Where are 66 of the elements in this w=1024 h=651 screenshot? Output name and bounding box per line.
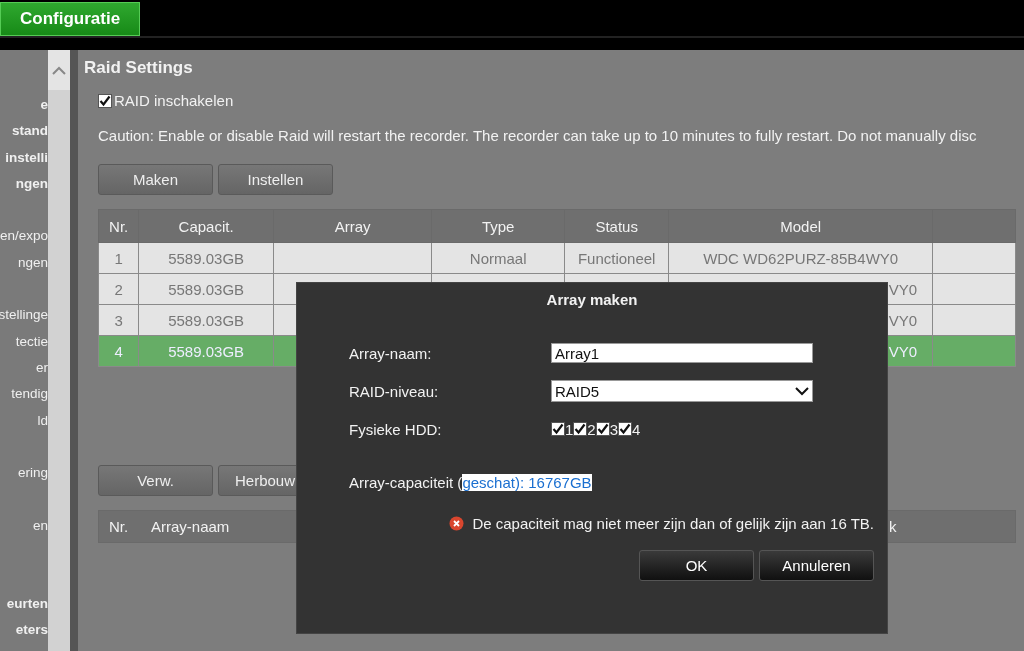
column-header: Array-naam xyxy=(151,518,230,535)
column-header: Type xyxy=(431,209,565,243)
table-cell: VY0 xyxy=(888,311,918,329)
menu-item[interactable]: en/expo xyxy=(0,223,48,250)
disk-checkbox[interactable] xyxy=(595,422,610,436)
column-header: Array xyxy=(273,209,432,243)
toolbar-button[interactable]: Maken xyxy=(98,164,213,195)
column-header: Nr. xyxy=(98,209,139,243)
table-cell: 1 xyxy=(114,249,123,267)
menu-item[interactable]: eters xyxy=(15,617,48,644)
table-cell: VY0 xyxy=(888,280,918,298)
checkbox-label: RAID inschakelen xyxy=(114,92,234,109)
menu-item[interactable]: ld xyxy=(37,407,48,434)
field-label: RAID-niveau: xyxy=(349,382,440,400)
column-header: k xyxy=(889,518,897,535)
column-header: Model xyxy=(668,209,933,243)
disk-checkbox[interactable] xyxy=(551,422,565,436)
column-header: Nr. xyxy=(109,518,129,535)
caution-text: Caution: Enable or disable Raid will restart the recorder. The recorder can take up to 10 minutes to fully restart. Do not manually disc xyxy=(98,127,977,144)
toolbar-button[interactable]: Instellen xyxy=(218,164,333,195)
field-label: Fysieke HDD: xyxy=(349,420,443,438)
table-cell: Normaal xyxy=(469,249,527,267)
menu-item[interactable]: ering xyxy=(17,460,48,487)
disk-checkbox[interactable] xyxy=(618,422,633,436)
disk-checkbox[interactable] xyxy=(573,422,588,436)
field-label: Array-naam: xyxy=(349,344,433,362)
menu-item[interactable]: tectie xyxy=(15,328,48,355)
menu-item[interactable]: ngen xyxy=(15,170,48,198)
menu-item[interactable]: er xyxy=(36,354,48,382)
table-cell: 5589.03GB xyxy=(168,311,245,329)
raid-level-select[interactable]: RAID5 xyxy=(551,380,813,402)
table-cell: 5589.03GB xyxy=(168,342,245,360)
checkbox-label: 3 xyxy=(609,420,619,438)
checkbox-label: 2 xyxy=(587,420,596,438)
toolbar-button[interactable]: Verw. xyxy=(98,465,213,496)
config-tab[interactable]: Configuratie xyxy=(0,2,141,36)
table-cell: 3 xyxy=(114,311,123,329)
dialog-button[interactable]: OK xyxy=(639,550,754,581)
column-header: Status xyxy=(564,209,669,243)
menu-item[interactable]: ngen xyxy=(17,249,48,277)
table-cell: WDC WD62PURZ-85B4WY0 xyxy=(703,249,899,267)
table-cell: 5589.03GB xyxy=(168,280,245,298)
menu-item[interactable]: tendig xyxy=(11,381,48,408)
error-message: De capaciteit mag niet meer zijn dan of gelijk zijn aan 16 TB. xyxy=(472,515,874,532)
chevron-down-icon xyxy=(795,386,809,396)
checkbox-label: 4 xyxy=(632,420,641,438)
array-name-input[interactable]: Array1 xyxy=(551,343,813,363)
raid-checkbox[interactable] xyxy=(98,93,112,108)
error-icon xyxy=(449,516,465,531)
table-cell: VY0 xyxy=(888,342,918,360)
capacity-text: Array-capaciteit (geschat): 16767GB xyxy=(349,474,592,491)
menu-item[interactable]: en xyxy=(32,512,48,540)
menu-item[interactable]: stand xyxy=(12,118,48,145)
table-cell: 5589.03GB xyxy=(168,249,245,267)
chevron-up-icon xyxy=(52,65,66,75)
menu-item[interactable]: instelli xyxy=(5,144,48,171)
column-header: Capacit. xyxy=(138,209,274,243)
table-cell: 2 xyxy=(114,280,123,298)
page-title: Raid Settings xyxy=(84,58,193,78)
menu-item[interactable]: eurten xyxy=(6,591,48,618)
disk-row[interactable]: 1 5589.03GB Normaal Functioneel WDC WD62PURZ-85B4WY0 xyxy=(98,242,1016,274)
table-cell: 4 xyxy=(114,342,123,360)
menu-item[interactable]: e xyxy=(40,92,48,119)
dialog-button[interactable]: Annuleren xyxy=(759,550,874,581)
table-cell: Functioneel xyxy=(577,249,656,267)
checkbox-label: 1 xyxy=(565,420,574,438)
